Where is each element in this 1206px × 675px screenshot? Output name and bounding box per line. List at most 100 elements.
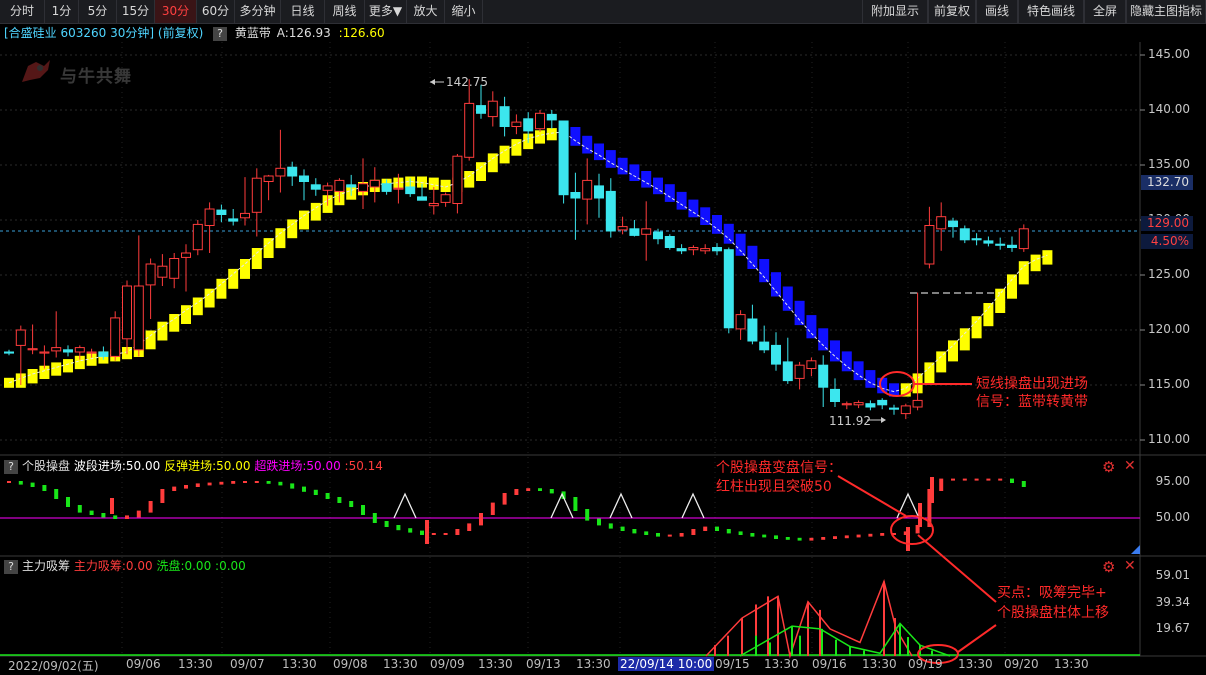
candle-body-6 <box>74 347 85 353</box>
toolbar-btn-11[interactable]: 缩小 <box>445 0 483 23</box>
band-segment-12 <box>145 330 156 350</box>
osc-bar-64 <box>762 534 767 538</box>
band-segment-49 <box>582 135 593 154</box>
osc-bar-33 <box>396 525 401 531</box>
osc-bar-52 <box>620 526 625 531</box>
candle-body-67 <box>794 364 805 379</box>
axis-main-label-1: 140.00 <box>1148 102 1190 116</box>
candle-body-76 <box>900 405 911 415</box>
settings-icon: ⚙ <box>1102 458 1116 476</box>
signal-bar-1 <box>906 527 910 551</box>
toolbar-btn-3[interactable]: 15分 <box>117 0 155 23</box>
pct-box: 4.50% <box>1141 234 1193 249</box>
band-segment-8 <box>98 351 109 364</box>
toolbar-btn-9[interactable]: 更多▼ <box>365 0 407 23</box>
panel3-title[interactable]: 主力吸筹 <box>22 559 70 573</box>
osc-bar-30 <box>361 505 365 515</box>
annotation-line-2 <box>837 475 907 517</box>
annotation-1-line1: 短线操盘出现进场 <box>976 376 1088 392</box>
candle-body-65 <box>771 344 781 365</box>
time-label-19: 13:30 <box>1054 657 1089 671</box>
panel2-title[interactable]: 个股操盘 <box>22 459 70 473</box>
panel2-l2: 反弹进场:50.00 <box>164 459 251 473</box>
band-segment-50 <box>594 143 604 161</box>
candle-body-73 <box>865 403 876 408</box>
toolbar-btn-6[interactable]: 多分钟 <box>235 0 281 23</box>
osc-bar-31 <box>372 513 377 523</box>
candle-body-68 <box>806 360 817 369</box>
osc-bar-62 <box>738 531 743 535</box>
candle-body-13 <box>157 265 168 278</box>
price-box: 132.70 <box>1141 175 1193 190</box>
osc-bar-27 <box>325 493 330 499</box>
candle-body-84 <box>995 243 1006 246</box>
indicator-name[interactable]: 黄蓝带 <box>235 26 271 40</box>
band-segment-16 <box>192 297 203 316</box>
osc-bar-57 <box>679 533 684 537</box>
candle-body-1 <box>15 329 26 346</box>
candle-body-29 <box>346 184 357 188</box>
toolbar-right-btn-4[interactable]: 全屏 <box>1084 0 1126 23</box>
panel2-l1: 波段进场:50.00 <box>73 459 161 473</box>
candle-body-54 <box>641 228 652 235</box>
toolbar-btn-4[interactable]: 30分 <box>155 0 197 23</box>
toolbar-btn-1[interactable]: 1分 <box>45 0 79 23</box>
band-segment-76 <box>900 383 911 397</box>
current-price-box: 129.00 <box>1141 216 1193 231</box>
candle-body-41 <box>487 100 498 118</box>
band-segment-32 <box>381 178 392 190</box>
toolbar-right-btn-3[interactable]: 特色画线 <box>1018 0 1084 23</box>
low-label: 111.92 <box>829 414 871 428</box>
osc-bar-15 <box>184 485 188 489</box>
time-label-11: 22/09/14 10:00 <box>618 657 715 671</box>
band-segment-17 <box>204 288 215 308</box>
annotation-1-line2: 信号：蓝带转黄带 <box>976 394 1088 410</box>
signal-bar-3 <box>930 477 934 503</box>
candle-body-59 <box>700 248 711 252</box>
osc-bar-76 <box>903 531 908 535</box>
band-segment-23 <box>275 228 286 249</box>
osc-bar-26 <box>313 489 318 495</box>
axis-p2-label-1: 50.00 <box>1155 510 1190 524</box>
band-segment-11 <box>133 339 144 357</box>
toolbar-right-btn-0[interactable]: 附加显示 <box>862 0 928 23</box>
osc-bar-47 <box>561 491 566 499</box>
band-segment-81 <box>959 328 970 351</box>
toolbar-btn-10[interactable]: 放大 <box>407 0 445 23</box>
toolbar-right-btn-5[interactable]: 隐藏主图指标 <box>1126 0 1206 23</box>
help-icon[interactable]: ? <box>4 560 18 574</box>
annotation-line-3a <box>917 534 997 603</box>
help-icon[interactable]: ? <box>213 27 228 41</box>
signal-bar-5 <box>110 498 114 514</box>
toolbar-btn-8[interactable]: 周线 <box>325 0 365 23</box>
toolbar-right-btn-2[interactable]: 画线 <box>976 0 1018 23</box>
band-segment-10 <box>122 347 132 360</box>
high-label: 142.75 <box>446 75 488 89</box>
band-segment-24 <box>287 219 298 239</box>
band-segment-51 <box>605 150 616 168</box>
candle-body-26 <box>310 184 321 190</box>
band-segment-9 <box>110 349 121 362</box>
osc-bar-77 <box>915 525 920 534</box>
candle-body-75 <box>889 407 899 410</box>
stock-title[interactable]: [合盛硅业 603260 30分钟] (前复权) <box>4 26 203 40</box>
osc-bar-84 <box>998 478 1003 481</box>
candle-body-74 <box>877 399 888 406</box>
time-label-16: 09/19 <box>908 657 943 671</box>
osc-bar-39 <box>467 523 472 531</box>
toolbar-btn-0[interactable]: 分时 <box>0 0 45 23</box>
candle-body-38 <box>452 155 463 204</box>
candle-body-18 <box>216 209 227 216</box>
toolbar-btn-2[interactable]: 5分 <box>79 0 117 23</box>
toolbar-right-btn-1[interactable]: 前复权 <box>928 0 976 23</box>
toolbar-btn-5[interactable]: 60分 <box>197 0 235 23</box>
annotation-2-line2: 红柱出现且突破50 <box>716 479 832 495</box>
toolbar-btn-7[interactable]: 日线 <box>281 0 325 23</box>
band-segment-18 <box>216 278 227 299</box>
close-icon: ✕ <box>1124 458 1136 474</box>
help-icon[interactable]: ? <box>4 460 18 474</box>
candle-body-39 <box>464 102 475 158</box>
osc-bar-66 <box>785 537 790 540</box>
osc-bar-11 <box>136 510 141 518</box>
candle-body-9 <box>110 317 121 357</box>
